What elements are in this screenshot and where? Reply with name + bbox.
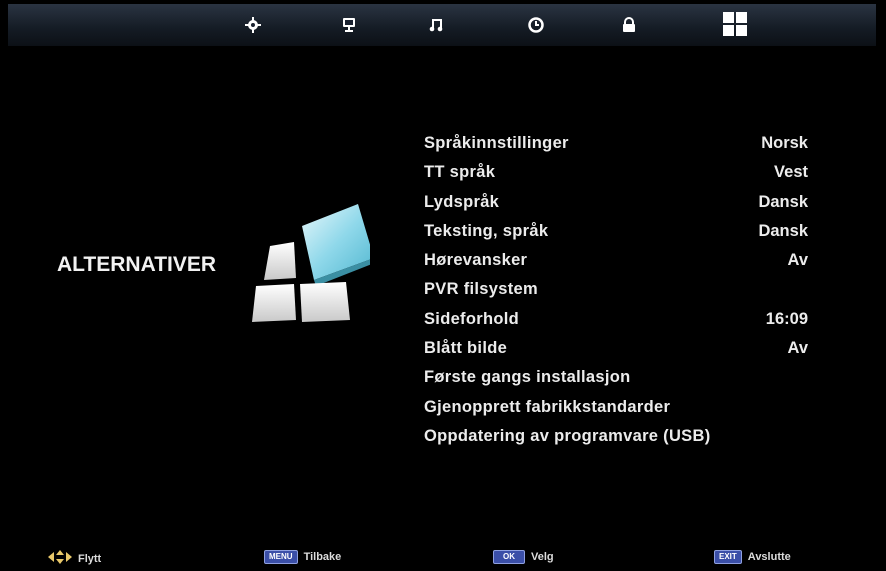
menu-item-label: Sideforhold xyxy=(424,309,519,328)
menu-item-label: Gjenopprett fabrikkstandarder xyxy=(424,397,671,416)
menu-item-label: PVR filsystem xyxy=(424,280,538,299)
menu-item-label: Teksting, språk xyxy=(424,221,549,240)
tv-menu-screen: ALTERNATIVER Språkinnstillinger Norsk TT… xyxy=(0,0,886,571)
hint-select-label: Velg xyxy=(531,551,554,563)
menu-key[interactable]: MENU xyxy=(264,550,298,564)
menu-item-label: TT språk xyxy=(424,163,496,182)
options-logo-icon xyxy=(250,200,374,330)
menu-item-label: Oppdatering av programvare (USB) xyxy=(424,426,711,445)
picture-settings-icon[interactable] xyxy=(242,14,264,36)
menu-item-value: Vest xyxy=(774,163,808,182)
section-title: ALTERNATIVER xyxy=(57,253,217,276)
exit-key[interactable]: EXIT xyxy=(714,550,742,564)
clock-icon[interactable] xyxy=(525,14,547,36)
menu-item-value: Dansk xyxy=(758,221,808,240)
menu-item-audio-language[interactable]: Lydspråk Dansk xyxy=(424,193,824,222)
options-grid-icon[interactable] xyxy=(720,9,750,39)
menu-item-value: Norsk xyxy=(761,134,808,152)
menu-item-aspect-ratio[interactable]: Sideforhold 16:09 xyxy=(424,310,824,339)
hint-exit-label: Avslutte xyxy=(747,551,791,563)
menu-item-language-settings[interactable]: Språkinnstillinger Norsk xyxy=(424,134,824,163)
menu-item-software-update-usb[interactable]: Oppdatering av programvare (USB) xyxy=(424,427,824,456)
menu-item-factory-reset[interactable]: Gjenopprett fabrikkstandarder xyxy=(424,398,824,427)
menu-item-subtitle-language[interactable]: Teksting, språk Dansk xyxy=(424,222,824,251)
hint-exit: EXIT Avslutte xyxy=(714,550,791,564)
menu-item-label: Språkinnstillinger xyxy=(424,134,569,152)
hint-back: MENU Tilbake xyxy=(264,550,341,564)
music-note-icon[interactable] xyxy=(425,14,447,36)
hint-select: OK Velg xyxy=(493,550,554,564)
menu-item-pvr-file-system[interactable]: PVR filsystem xyxy=(424,280,824,309)
menu-item-value: 16:09 xyxy=(765,309,808,328)
ok-key[interactable]: OK xyxy=(493,550,525,564)
hint-move: Flytt xyxy=(48,550,101,567)
options-menu: Språkinnstillinger Norsk TT språk Vest L… xyxy=(424,134,824,456)
arrows-icon xyxy=(48,550,72,567)
top-icon-bar xyxy=(8,4,876,46)
menu-item-label: Første gangs installasjon xyxy=(424,368,631,387)
menu-item-hearing-impaired[interactable]: Hørevansker Av xyxy=(424,251,824,280)
menu-item-tt-language[interactable]: TT språk Vest xyxy=(424,163,824,192)
footer-hint-bar: Flytt MENU Tilbake OK Velg EXIT Avslutte xyxy=(0,540,886,570)
menu-item-label: Blått bilde xyxy=(424,339,508,358)
menu-item-first-time-installation[interactable]: Første gangs installasjon xyxy=(424,368,824,397)
lock-icon[interactable] xyxy=(618,14,640,36)
menu-item-label: Lydspråk xyxy=(424,192,500,211)
menu-item-value: Av xyxy=(787,339,808,358)
hint-move-label: Flytt xyxy=(78,552,102,565)
menu-item-value: Av xyxy=(787,251,808,270)
channel-icon[interactable] xyxy=(338,14,360,36)
menu-item-label: Hørevansker xyxy=(424,251,528,270)
menu-item-blue-screen[interactable]: Blått bilde Av xyxy=(424,339,824,368)
menu-item-value: Dansk xyxy=(758,192,808,211)
hint-back-label: Tilbake xyxy=(303,551,342,563)
